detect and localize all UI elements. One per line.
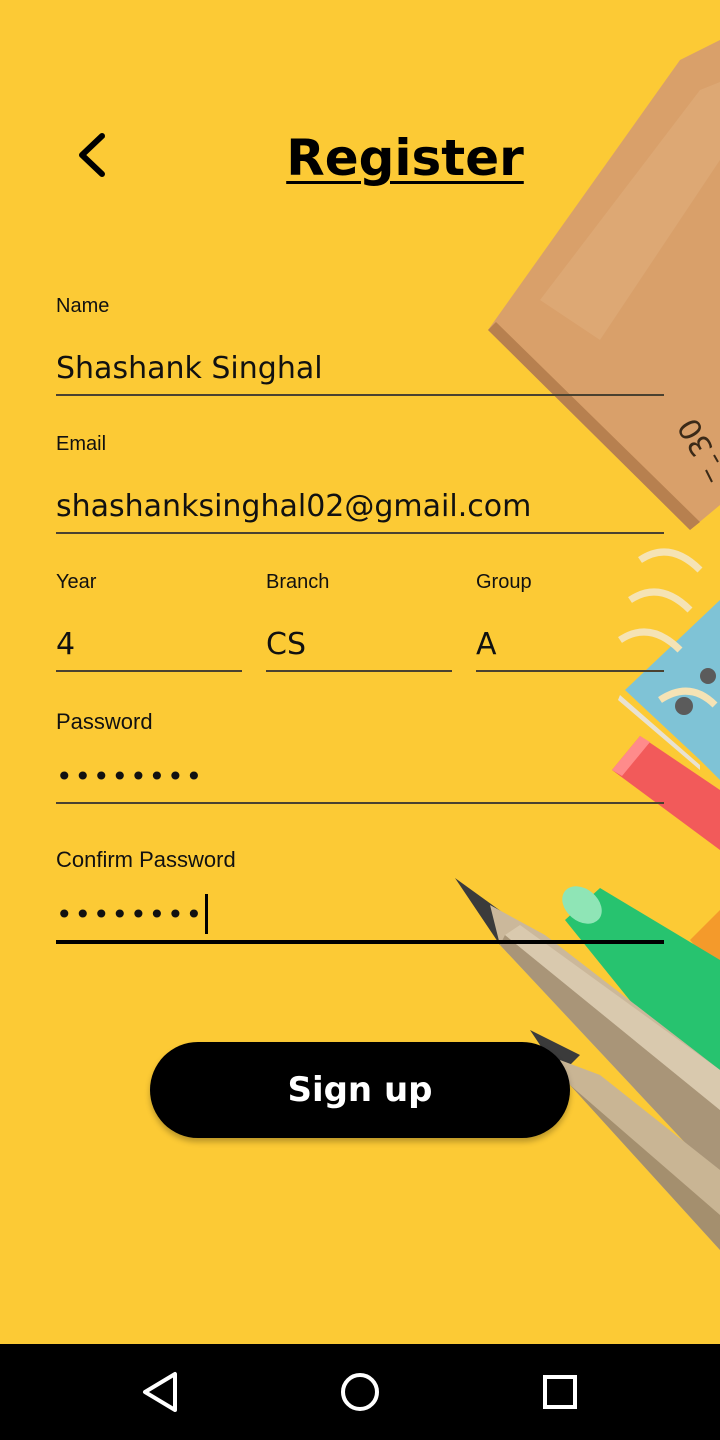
stationery-background-image: 30 (455, 40, 720, 1250)
page-title: Register (286, 129, 524, 187)
text-cursor (205, 894, 209, 934)
square-recents-icon (543, 1375, 577, 1409)
confirm-password-input[interactable]: •••••••• (56, 892, 664, 944)
password-field-group: Password •••••••• (56, 708, 664, 804)
name-label: Name (56, 295, 110, 317)
nav-back-button[interactable] (130, 1362, 190, 1422)
confirm-password-value: •••••••• (56, 898, 205, 931)
branch-field-group: Branch CS (266, 568, 452, 672)
year-field-group: Year 4 (56, 568, 242, 672)
name-input[interactable]: Shashank Singhal (56, 346, 664, 396)
triangle-back-icon (143, 1372, 177, 1412)
system-navigation-bar (0, 1344, 720, 1440)
year-label: Year (56, 571, 97, 593)
confirm-password-field-group: Confirm Password •••••••• (56, 846, 664, 944)
register-screen: 30 Register Name Shashank Singhal Email … (0, 0, 720, 1344)
orange-marker-image (690, 910, 720, 975)
circle-home-icon (341, 1373, 379, 1411)
svg-text:30: 30 (671, 412, 720, 463)
nav-home-button[interactable] (330, 1362, 390, 1422)
confirm-password-label: Confirm Password (56, 847, 236, 872)
nav-recents-button[interactable] (530, 1362, 590, 1422)
password-label: Password (56, 709, 153, 734)
branch-input[interactable]: CS (266, 622, 452, 672)
signup-button[interactable]: Sign up (150, 1042, 570, 1138)
branch-label: Branch (266, 571, 330, 593)
password-input[interactable]: •••••••• (56, 754, 664, 804)
email-label: Email (56, 433, 107, 455)
password-value: •••••••• (56, 760, 205, 793)
group-field-group: Group A (476, 568, 664, 672)
group-label: Group (476, 571, 532, 593)
name-field-group: Name Shashank Singhal (56, 292, 664, 396)
group-input[interactable]: A (476, 622, 664, 672)
email-input[interactable]: shashanksinghal02@gmail.com (56, 484, 664, 534)
year-input[interactable]: 4 (56, 622, 242, 672)
email-field-group: Email shashanksinghal02@gmail.com (56, 430, 664, 534)
